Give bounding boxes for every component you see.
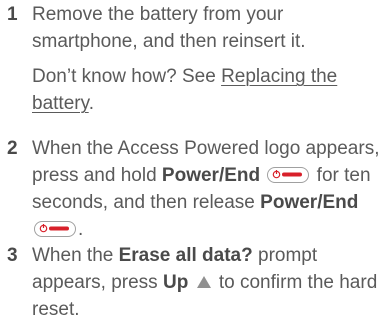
help-prefix: Don’t know how? See <box>32 66 222 87</box>
step-text-part: When the <box>32 245 119 266</box>
step-body: When the Erase all data? prompt appears,… <box>32 242 386 323</box>
power-end-label: Power/End <box>260 192 359 213</box>
step-body: Remove the battery from your smartphone,… <box>32 1 386 117</box>
step-text: When the Access Powered logo appears, pr… <box>32 135 386 243</box>
up-label: Up <box>162 272 189 293</box>
step-number: 3 <box>7 245 18 266</box>
erase-prompt-label: Erase all data? <box>118 245 253 266</box>
power-end-label: Power/End <box>161 165 261 186</box>
step-body: When the Access Powered logo appears, pr… <box>32 135 386 243</box>
step-text: Remove the battery from your smartphone,… <box>32 4 306 52</box>
step-text-part: . <box>78 219 84 240</box>
help-suffix: . <box>88 93 94 114</box>
help-text: Don’t know how? See Replacing the batter… <box>32 63 386 117</box>
step-number: 1 <box>7 4 18 25</box>
power-end-key-icon <box>34 221 76 237</box>
step-text: When the Erase all data? prompt appears,… <box>32 242 386 323</box>
up-arrow-icon <box>196 276 211 288</box>
step-number: 2 <box>7 138 18 159</box>
power-end-key-icon <box>267 167 310 183</box>
